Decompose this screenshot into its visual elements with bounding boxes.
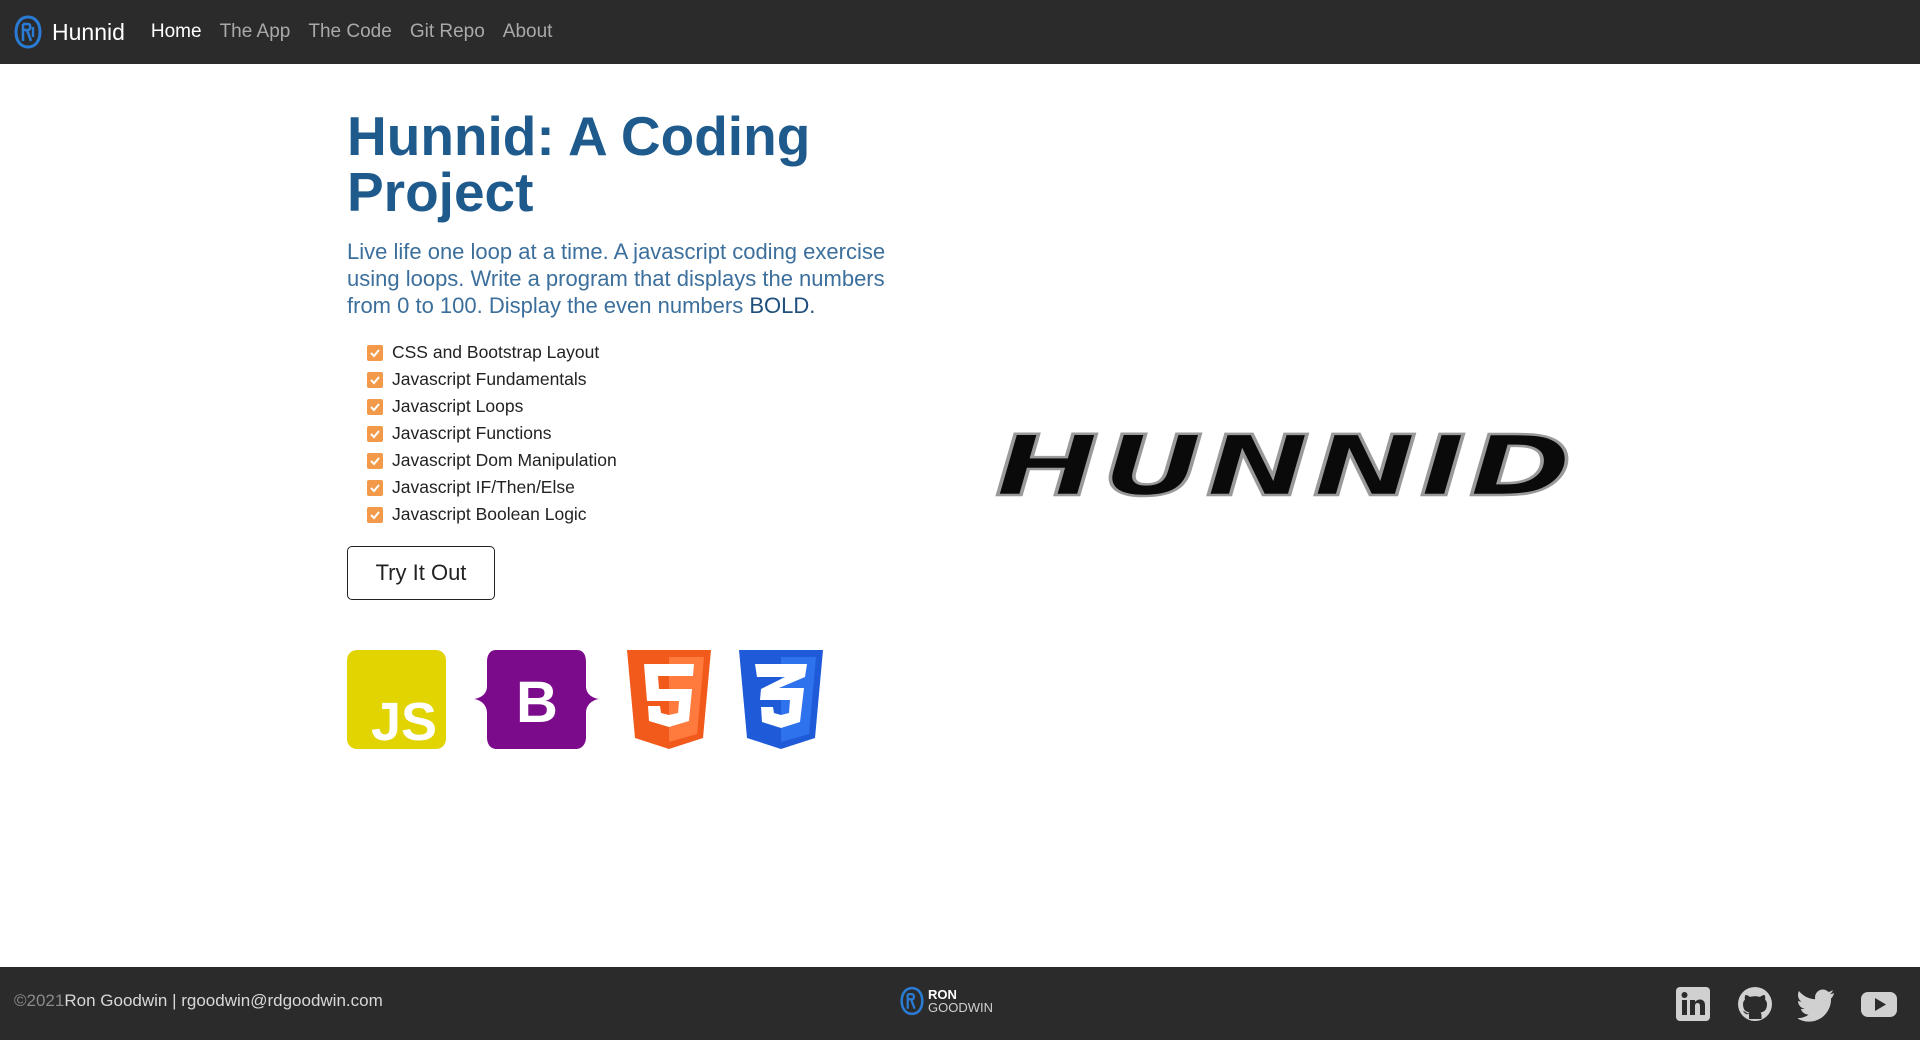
css3-icon	[739, 650, 823, 749]
list-item: Javascript Loops	[347, 393, 947, 420]
feature-label: Javascript Fundamentals	[392, 369, 587, 389]
lead-bold-text: BOLD.	[749, 293, 816, 318]
logo-line-2: GOODWIN	[928, 999, 993, 1015]
checkbox-checked-icon	[367, 452, 383, 469]
nav-home[interactable]: Home	[151, 21, 202, 43]
hero-section: Hunnid: A Coding Project Live life one l…	[347, 108, 947, 600]
list-item: Javascript IF/Then/Else	[347, 474, 947, 501]
footer-logo[interactable]: RON GOODWIN	[900, 985, 993, 1017]
nav-about[interactable]: About	[503, 21, 553, 43]
feature-label: Javascript Functions	[392, 423, 552, 443]
list-item: Javascript Dom Manipulation	[347, 447, 947, 474]
logo-line-1: RON	[928, 986, 957, 1002]
copyright-year: ©2021	[14, 991, 65, 1010]
linkedin-icon[interactable]	[1674, 985, 1712, 1023]
checkbox-checked-icon	[367, 425, 383, 442]
top-navbar: Hunnid Home The App The Code Git Repo Ab…	[0, 0, 1920, 64]
nav-the-code[interactable]: The Code	[308, 21, 391, 43]
nav-git-repo[interactable]: Git Repo	[410, 21, 485, 43]
feature-list: CSS and Bootstrap Layout Javascript Fund…	[347, 339, 947, 528]
list-item: Javascript Functions	[347, 420, 947, 447]
nav-the-app[interactable]: The App	[220, 21, 291, 43]
checkbox-checked-icon	[367, 506, 383, 523]
twitter-icon[interactable]	[1798, 985, 1836, 1023]
brand-link[interactable]: Hunnid	[14, 15, 125, 49]
rg-logo-icon	[14, 15, 42, 49]
hunnid-logo-text: HUNNID	[995, 425, 1575, 503]
social-links	[1650, 985, 1898, 1023]
footer-author[interactable]: Ron Goodwin | rgoodwin@rdgoodwin.com	[64, 991, 382, 1010]
bootstrap-icon: B	[474, 650, 599, 749]
feature-label: CSS and Bootstrap Layout	[392, 342, 600, 362]
feature-label: Javascript Dom Manipulation	[392, 450, 617, 470]
checkbox-checked-icon	[367, 398, 383, 415]
checkbox-checked-icon	[367, 371, 383, 388]
footer-copyright: ©2021Ron Goodwin | rgoodwin@rdgoodwin.co…	[14, 991, 383, 1011]
html5-icon	[627, 650, 711, 749]
hero-lead: Live life one loop at a time. A javascri…	[347, 238, 927, 319]
list-item: Javascript Fundamentals	[347, 366, 947, 393]
hunnid-logo-image: HUNNID	[994, 425, 1575, 503]
feature-label: Javascript IF/Then/Else	[392, 477, 575, 497]
feature-label: Javascript Boolean Logic	[392, 504, 587, 524]
js-icon: JS	[347, 650, 446, 749]
list-item: Javascript Boolean Logic	[347, 501, 947, 528]
tech-icons: JS B	[347, 650, 851, 749]
github-icon[interactable]	[1736, 985, 1774, 1023]
checkbox-checked-icon	[367, 479, 383, 496]
footer: ©2021Ron Goodwin | rgoodwin@rdgoodwin.co…	[0, 967, 1920, 1040]
rg-logo-icon	[900, 986, 924, 1016]
youtube-icon[interactable]	[1860, 985, 1898, 1023]
svg-text:JS: JS	[371, 692, 437, 749]
list-item: CSS and Bootstrap Layout	[347, 339, 947, 366]
try-it-out-button[interactable]: Try It Out	[347, 546, 495, 600]
svg-text:B: B	[516, 670, 558, 735]
footer-logo-text: RON GOODWIN	[928, 988, 993, 1015]
checkbox-checked-icon	[367, 344, 383, 361]
feature-label: Javascript Loops	[392, 396, 524, 416]
page-title: Hunnid: A Coding Project	[347, 105, 811, 223]
brand-name: Hunnid	[52, 18, 125, 45]
